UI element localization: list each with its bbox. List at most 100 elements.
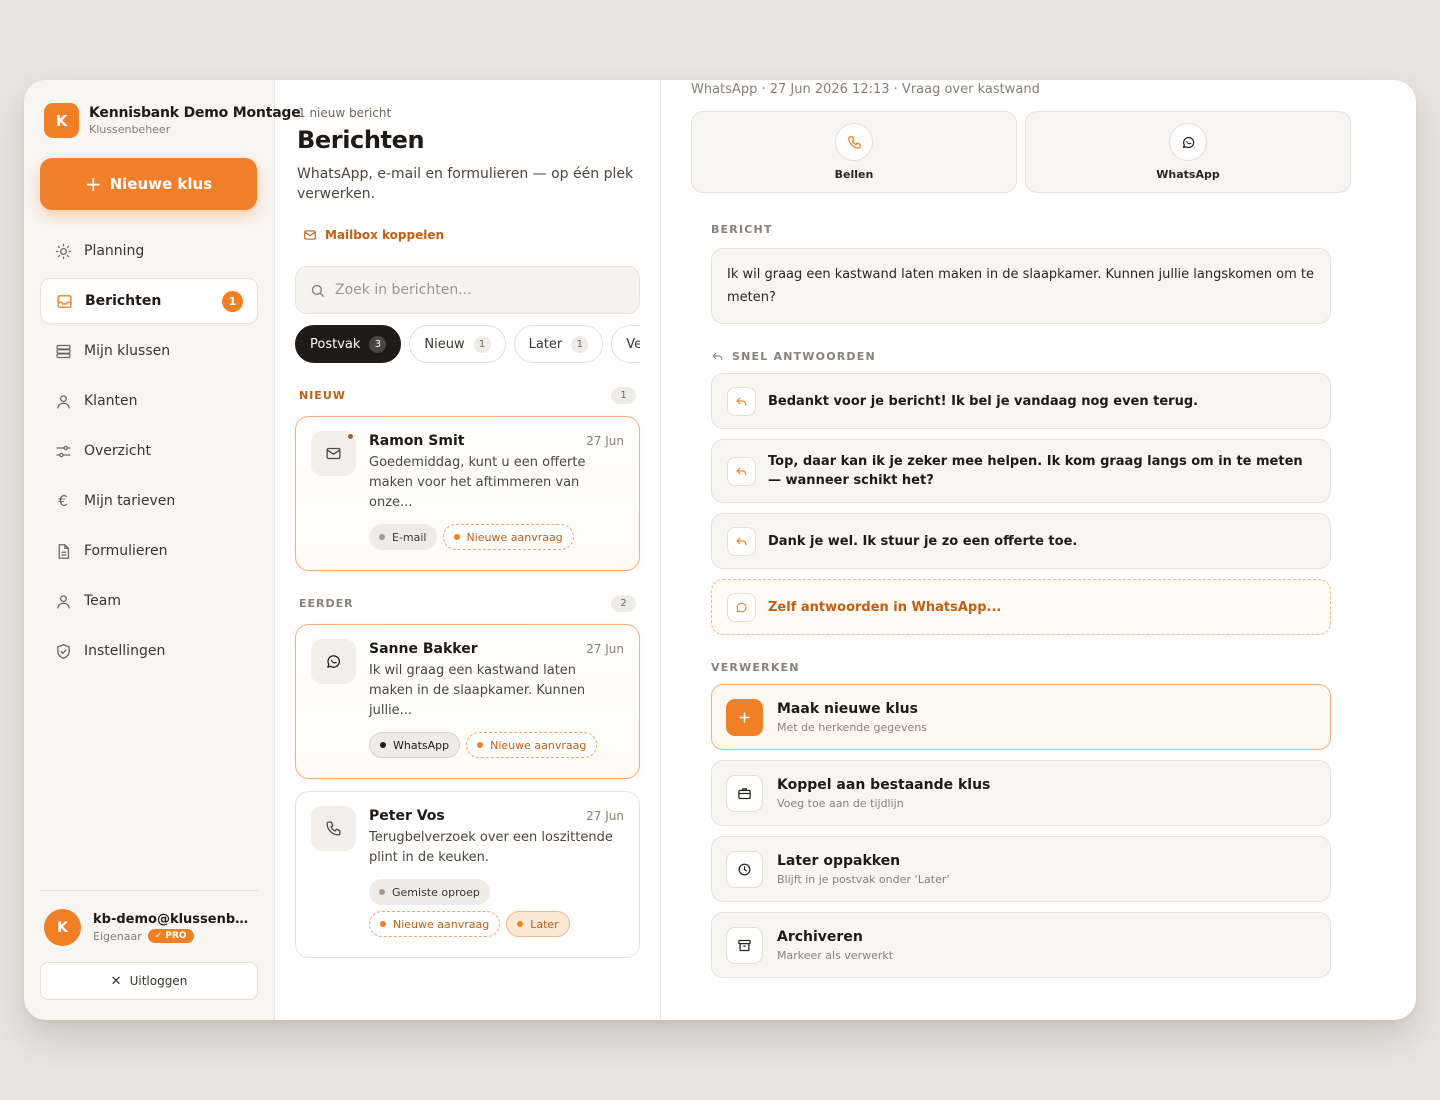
sidebar-item-label: Mijn tarieven bbox=[84, 493, 176, 509]
process-subtitle: Met de herkende gegevens bbox=[777, 720, 928, 734]
status-tag: Nieuwe aanvraag bbox=[369, 911, 501, 937]
message-caption: BERICHT bbox=[711, 223, 773, 236]
process-title: Later oppakken bbox=[777, 852, 901, 869]
tab-label: Postvak bbox=[310, 336, 361, 352]
phone-icon bbox=[835, 123, 873, 161]
tab-label: Nieuw bbox=[424, 336, 465, 352]
quick-reply-text: Dank je wel. Ik stuur je zo een offerte … bbox=[768, 533, 1078, 549]
sidebar-item-label: Team bbox=[84, 593, 122, 609]
search-box bbox=[295, 266, 640, 314]
logout-button[interactable]: ✕ Uitloggen bbox=[40, 962, 258, 1000]
whatsapp-button[interactable]: WhatsApp bbox=[1025, 111, 1351, 193]
sidebar-item-mijn-tarieven[interactable]: € Mijn tarieven bbox=[40, 478, 258, 524]
sidebar-item-klanten[interactable]: Klanten bbox=[40, 378, 258, 424]
tab-count: 3 bbox=[369, 335, 387, 353]
sender-name: Peter Vos bbox=[369, 808, 445, 824]
channel-tag: Gemiste oproep bbox=[369, 879, 490, 905]
new-job-button[interactable]: + Nieuwe klus bbox=[40, 158, 257, 210]
archive-button[interactable]: Archiveren Markeer als verwerkt bbox=[711, 912, 1331, 978]
search-input[interactable] bbox=[335, 282, 615, 298]
status-tag: Nieuwe aanvraag bbox=[466, 732, 598, 758]
create-job-button[interactable]: Maak nieuwe klus Met de herkende gegeven… bbox=[711, 684, 1331, 750]
message-date: 27 Jun bbox=[586, 809, 624, 823]
channel-tag: E-mail bbox=[369, 524, 437, 550]
close-icon: ✕ bbox=[110, 973, 122, 989]
link-existing-job-button[interactable]: Koppel aan bestaande klus Voeg toe aan d… bbox=[711, 760, 1331, 826]
sidebar-item-formulieren[interactable]: Formulieren bbox=[40, 528, 258, 574]
process-caption: VERWERKEN bbox=[711, 661, 800, 674]
tab-postvak[interactable]: Postvak 3 bbox=[295, 325, 402, 363]
quick-reply-text: Bedankt voor je bericht! Ik bel je vanda… bbox=[768, 393, 1199, 409]
page-description: WhatsApp, e-mail en formulieren — op één… bbox=[297, 166, 634, 202]
reply-icon bbox=[727, 386, 756, 416]
process-subtitle: Markeer als verwerkt bbox=[777, 948, 894, 962]
whatsapp-label: WhatsApp bbox=[1156, 168, 1220, 181]
sidebar-nav: Planning Berichten 1 Mijn klussen Klante… bbox=[40, 228, 258, 674]
sidebar-item-overzicht[interactable]: Overzicht bbox=[40, 428, 258, 474]
call-label: Bellen bbox=[834, 168, 874, 181]
sidebar-item-planning[interactable]: Planning bbox=[40, 228, 258, 274]
sender-name: Ramon Smit bbox=[369, 433, 465, 449]
own-reply-label: Zelf antwoorden in WhatsApp... bbox=[768, 599, 1002, 615]
message-date: 27 Jun bbox=[586, 642, 624, 656]
tab-verwerkt[interactable]: Verwerkt bbox=[611, 325, 640, 363]
reply-icon bbox=[727, 526, 756, 556]
tab-nieuw[interactable]: Nieuw 1 bbox=[409, 325, 506, 363]
reply-icon bbox=[712, 352, 723, 361]
inbox-icon bbox=[55, 292, 73, 310]
process-title: Koppel aan bestaande klus bbox=[777, 776, 991, 793]
sidebar-item-berichten[interactable]: Berichten 1 bbox=[40, 278, 258, 324]
tab-label: Later bbox=[528, 336, 563, 352]
user-icon bbox=[54, 592, 72, 610]
section-label: NIEUW bbox=[299, 389, 346, 402]
clock-icon bbox=[726, 850, 763, 888]
user-role: Eigenaar bbox=[93, 929, 142, 943]
section-new: NIEUW 1 bbox=[295, 387, 640, 404]
brand-logo: K bbox=[44, 103, 79, 138]
list-item[interactable]: Sanne Bakker 27 Jun Ik wil graag een kas… bbox=[295, 624, 640, 779]
connect-mailbox-link[interactable]: Mailbox koppelen bbox=[303, 228, 640, 242]
sidebar-item-mijn-klussen[interactable]: Mijn klussen bbox=[40, 328, 258, 374]
whatsapp-icon bbox=[727, 592, 756, 622]
message-body: Ik wil graag een kastwand laten maken in… bbox=[711, 248, 1331, 324]
message-preview: Terugbelverzoek over een loszittende pli… bbox=[369, 830, 613, 865]
process-subtitle: Blijft in je postvak onder ‘Later’ bbox=[777, 872, 950, 886]
later-button[interactable]: Later oppakken Blijft in je postvak onde… bbox=[711, 836, 1331, 902]
section-count: 1 bbox=[611, 387, 636, 404]
sidebar-item-team[interactable]: Team bbox=[40, 578, 258, 624]
tab-later[interactable]: Later 1 bbox=[513, 325, 604, 363]
mail-icon bbox=[311, 431, 356, 476]
stack-icon bbox=[54, 342, 72, 360]
own-reply-whatsapp[interactable]: Zelf antwoorden in WhatsApp... bbox=[711, 579, 1331, 635]
contact-actions: Bellen WhatsApp bbox=[691, 111, 1386, 193]
message-preview: Goedemiddag, kunt u een offerte maken vo… bbox=[369, 455, 586, 510]
quick-reply[interactable]: Dank je wel. Ik stuur je zo een offerte … bbox=[711, 513, 1331, 569]
filter-tabs: Postvak 3 Nieuw 1 Later 1 Verwerkt bbox=[295, 325, 640, 363]
unread-dot bbox=[347, 433, 354, 440]
message-preview: Ik wil graag een kastwand laten maken in… bbox=[369, 663, 586, 718]
channel-tag: WhatsApp bbox=[369, 732, 461, 758]
list-item[interactable]: Peter Vos 27 Jun Terugbelverzoek over ee… bbox=[295, 791, 640, 958]
sidebar-item-label: Instellingen bbox=[84, 643, 166, 659]
tab-label: Verwerkt bbox=[626, 336, 640, 352]
call-button[interactable]: Bellen bbox=[691, 111, 1017, 193]
brand: K Kennisbank Demo Montage Klussenbeheer bbox=[44, 103, 301, 138]
user-profile[interactable]: K kb-demo@klussenbeheer.nl Eigenaar ✓ PR… bbox=[44, 909, 258, 946]
message-meta: WhatsApp · 27 Jun 2026 12:13 · Vraag ove… bbox=[691, 82, 1040, 97]
archive-icon bbox=[726, 926, 763, 964]
search-icon bbox=[311, 284, 324, 297]
sidebar-item-instellingen[interactable]: Instellingen bbox=[40, 628, 258, 674]
new-message-count: 1 nieuw bericht bbox=[298, 106, 392, 120]
phone-icon bbox=[311, 806, 356, 851]
page-title: Berichten bbox=[297, 126, 425, 154]
quick-reply[interactable]: Bedankt voor je bericht! Ik bel je vanda… bbox=[711, 373, 1331, 429]
quick-replies-caption: SNEL ANTWOORDEN bbox=[711, 350, 1331, 363]
sun-icon bbox=[54, 242, 72, 260]
quick-reply[interactable]: Top, daar kan ik je zeker mee helpen. Ik… bbox=[711, 439, 1331, 503]
briefcase-icon bbox=[726, 774, 763, 812]
list-item[interactable]: Ramon Smit 27 Jun Goedemiddag, kunt u ee… bbox=[295, 416, 640, 571]
process-title: Archiveren bbox=[777, 928, 863, 945]
quick-reply-text: Top, daar kan ik je zeker mee helpen. Ik… bbox=[768, 454, 1303, 488]
logout-label: Uitloggen bbox=[129, 974, 188, 988]
whatsapp-icon bbox=[311, 639, 356, 684]
